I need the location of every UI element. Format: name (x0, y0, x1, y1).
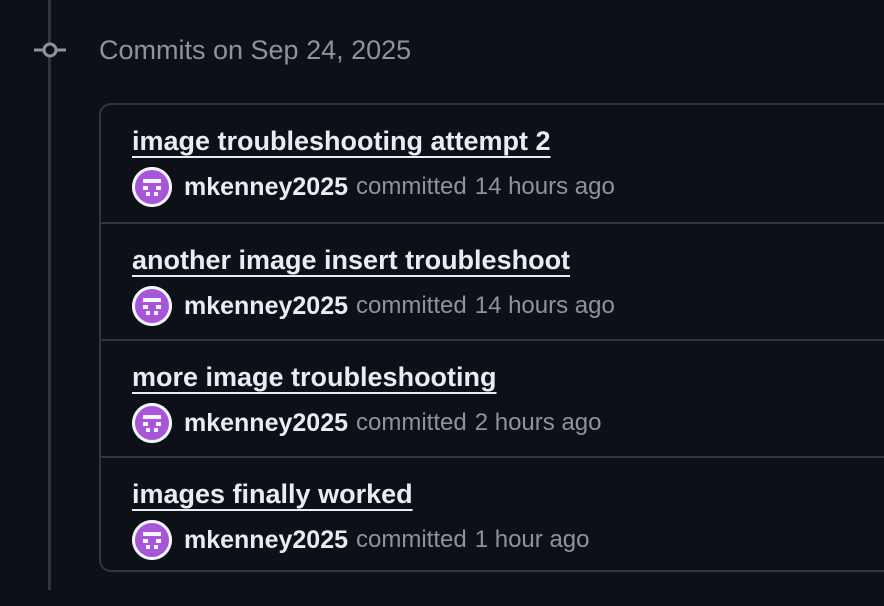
commit-author-link[interactable]: mkenney2025 (184, 526, 348, 555)
commit-meta: mkenney2025 committed 14 hours ago (132, 285, 615, 327)
commit-action-label: committed (356, 292, 467, 319)
commit-title-link[interactable]: image troubleshooting attempt 2 (132, 125, 551, 157)
commit-action-label: committed (356, 173, 467, 200)
commit-time[interactable]: 1 hour ago (475, 526, 590, 554)
timeline-line (48, 0, 51, 590)
commit-meta: mkenney2025 committed 14 hours ago (132, 166, 615, 208)
avatar[interactable] (132, 403, 172, 443)
commit-time[interactable]: 2 hours ago (475, 409, 602, 437)
commit-list-item: more image troubleshooting mkenney2025 c… (101, 339, 884, 456)
commit-group-heading: Commits on Sep 24, 2025 (99, 35, 412, 65)
commit-action-label: committed (356, 409, 467, 436)
commit-meta: mkenney2025 committed 1 hour ago (132, 519, 589, 561)
commit-list-item: images finally worked mkenney2025 commit… (101, 456, 884, 570)
identicon-icon (132, 520, 172, 560)
commit-action-label: committed (356, 526, 467, 553)
commit-meta: mkenney2025 committed 2 hours ago (132, 402, 601, 444)
git-commit-icon (34, 42, 66, 58)
identicon-icon (132, 286, 172, 326)
commit-author-link[interactable]: mkenney2025 (184, 292, 348, 321)
commit-list-item: another image insert troubleshoot mkenne… (101, 222, 884, 339)
commit-author-link[interactable]: mkenney2025 (184, 173, 348, 202)
commit-history-page: Commits on Sep 24, 2025 image troublesho… (0, 0, 884, 606)
avatar[interactable] (132, 520, 172, 560)
commit-title-link[interactable]: images finally worked (132, 478, 413, 510)
identicon-icon (132, 167, 172, 207)
commit-author-link[interactable]: mkenney2025 (184, 409, 348, 438)
commit-list: image troubleshooting attempt 2 mkenney2… (99, 103, 884, 572)
commit-title-link[interactable]: more image troubleshooting (132, 361, 497, 393)
commit-list-item: image troubleshooting attempt 2 mkenney2… (101, 105, 884, 222)
commit-time[interactable]: 14 hours ago (475, 173, 615, 201)
avatar[interactable] (132, 167, 172, 207)
identicon-icon (132, 403, 172, 443)
avatar[interactable] (132, 286, 172, 326)
commit-title-link[interactable]: another image insert troubleshoot (132, 244, 570, 276)
commit-time[interactable]: 14 hours ago (475, 292, 615, 320)
